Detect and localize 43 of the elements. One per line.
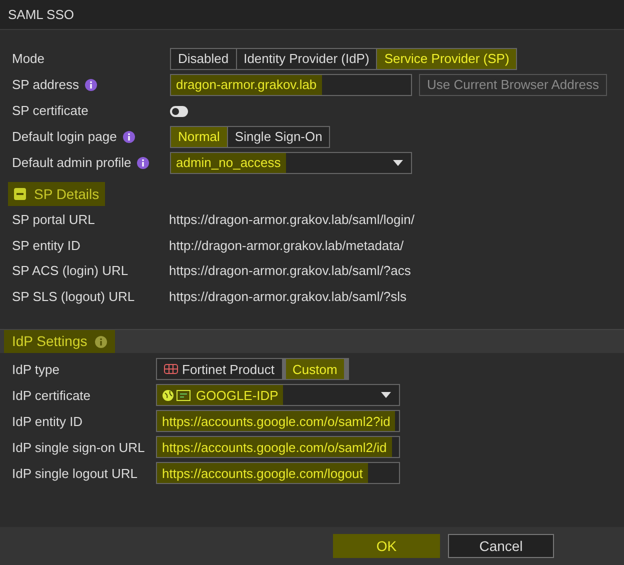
segment-button[interactable]: Fortinet Product [157, 359, 282, 380]
ok-button[interactable]: OK [333, 534, 440, 558]
url-value: https://dragon-armor.grakov.lab/saml/login/ [169, 211, 414, 230]
input-field[interactable]: https://accounts.google.com/o/saml2/id [156, 436, 400, 458]
select-field[interactable]: admin_no_access [170, 152, 412, 174]
grid-icon [164, 364, 178, 374]
url-value: https://dragon-armor.grakov.lab/saml/?acs [169, 262, 411, 280]
field-label: SP SLS (logout) URL [12, 288, 136, 306]
url-value: http://dragon-armor.grakov.lab/metadata/ [169, 236, 404, 255]
caret-icon [381, 392, 391, 398]
input-field[interactable]: https://accounts.google.com/logout [156, 462, 400, 484]
field-label: Mode [12, 50, 45, 68]
field-label: SP ACS (login) URL [12, 262, 130, 280]
section-header[interactable]: SP Details [8, 182, 106, 206]
browser-address-button[interactable]: Use Current Browser Address [419, 74, 607, 96]
field-label: IdP entity ID [12, 412, 84, 431]
section-header: IdP Settings [4, 330, 116, 354]
select-field[interactable]: GOOGLE-IDP [156, 384, 400, 406]
field-label: IdP single sign-on URL [12, 438, 146, 457]
cancel-button[interactable]: Cancel [448, 534, 554, 558]
globe-certificate-icon [162, 388, 192, 402]
window-title: SAML SSO [8, 6, 74, 24]
field-label: SP portal URL [12, 211, 96, 230]
toggle-switch[interactable] [170, 106, 188, 116]
segment-button[interactable]: Normal [171, 127, 227, 147]
url-value: https://dragon-armor.grakov.lab/saml/?sls [169, 288, 406, 306]
input-field[interactable]: https://accounts.google.com/o/saml2?id [156, 410, 400, 432]
field-label: SP address [12, 76, 79, 94]
input-field[interactable]: dragon-armor.grakov.lab [170, 74, 412, 96]
field-label: Default login page [12, 128, 117, 146]
field-label: IdP type [12, 360, 60, 379]
segment-button[interactable]: Disabled [171, 49, 236, 69]
info-icon [95, 336, 108, 348]
segment-button[interactable]: Single Sign-On [226, 127, 330, 147]
segment-button[interactable]: Custom [282, 359, 348, 380]
field-label: IdP single logout URL [12, 464, 139, 483]
segment-button[interactable]: Identity Provider (IdP) [236, 49, 376, 69]
field-label: Default admin profile [12, 154, 132, 172]
field-label: SP certificate [12, 102, 88, 120]
caret-icon [393, 160, 403, 166]
field-label: IdP certificate [12, 386, 92, 405]
field-label: SP entity ID [12, 236, 82, 255]
segment-button[interactable]: Service Provider (SP) [376, 49, 516, 69]
